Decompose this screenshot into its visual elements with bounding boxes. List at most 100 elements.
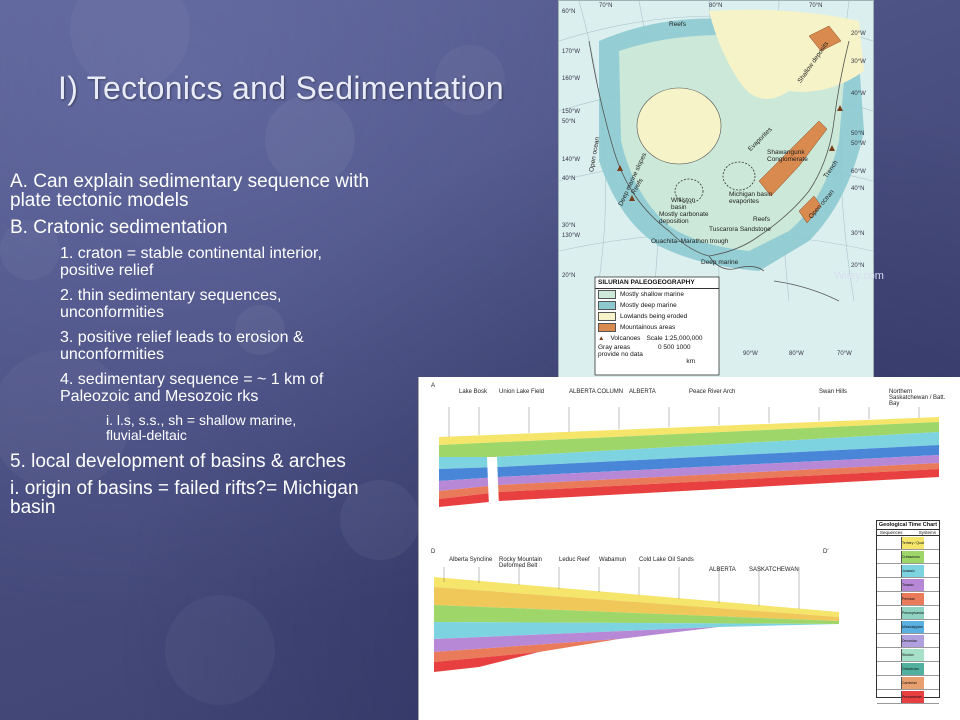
- section-label-d-prime: D': [823, 549, 829, 555]
- legend-scale-ticks: 0 500 1000: [658, 344, 691, 351]
- lat-label: 50°W: [851, 141, 866, 147]
- lat-label: 30°N: [562, 223, 576, 229]
- chart-unit-label: Devonian: [902, 638, 917, 643]
- lat-label: 50°N: [851, 131, 865, 137]
- chart-title: Geological Time Chart: [877, 522, 939, 530]
- map-legend-item: Mountainous areas: [595, 322, 719, 333]
- lat-label: 60°N: [562, 9, 576, 15]
- lat-label: 30°N: [851, 231, 865, 237]
- lat-label: 160°W: [562, 76, 581, 82]
- map-label-ouachita: Ouachita–Marathon trough: [651, 238, 729, 245]
- map-label-shawangunk: Shawangunk Conglomerate: [767, 149, 808, 163]
- chart-unit-label: Jurassic: [902, 568, 915, 573]
- legend-scale-unit: km: [686, 358, 695, 365]
- chart-col2: Systems: [918, 530, 936, 535]
- chart-unit-label: Cretaceous: [902, 554, 920, 559]
- point-5: 5. local development of basins & arches: [10, 451, 346, 472]
- section-d-place: Alberta Syncline: [449, 557, 493, 563]
- legend-volcanoes: Volcanoes: [610, 335, 641, 342]
- lon-label: 80°W: [789, 351, 804, 357]
- section-label-a: A: [431, 383, 436, 389]
- section-a-place: Swan Hills: [819, 389, 848, 395]
- lat-label: 40°N: [851, 186, 865, 192]
- map-legend-item: Lowlands being eroded: [595, 311, 719, 322]
- map-label-reefs-low: Reefs: [753, 216, 770, 223]
- section-a: [431, 402, 941, 512]
- geological-time-chart: Geological Time Chart Sequences Systems …: [876, 520, 940, 704]
- legend-label: Mountainous areas: [620, 324, 676, 331]
- lat-label: 40°W: [851, 91, 866, 97]
- chart-unit-row: Devonian: [877, 634, 939, 648]
- legend-scale: Scale 1:25,000,000: [646, 335, 703, 342]
- chart-unit-row: Cambrian: [877, 676, 939, 690]
- legend-label: Mostly deep marine: [620, 302, 677, 309]
- lon-label: 90°W: [743, 351, 758, 357]
- lat-label: 140°W: [562, 157, 581, 163]
- lat-label: 150°W: [562, 109, 581, 115]
- chart-unit-label: Ordovician: [902, 666, 919, 671]
- map-legend-item: Mostly shallow marine: [595, 289, 719, 300]
- sub-point-4: 4. sedimentary sequence = ~ 1 km of Pale…: [60, 371, 324, 405]
- point-a: A. Can explain sedimentary sequence with…: [10, 171, 370, 211]
- section-d-place: Cold Lake Oil Sands: [639, 557, 694, 563]
- chart-col1: Sequences: [880, 530, 903, 535]
- chart-unit-label: Pennsylvanian: [902, 610, 924, 615]
- chart-unit-row: Ordovician: [877, 662, 939, 676]
- lat-label: 60°W: [851, 169, 866, 175]
- chart-unit-label: Permian: [902, 596, 916, 601]
- map-label-williston: Williston basin: [671, 197, 696, 211]
- map-label-carbonate: Mostly carbonate deposition: [659, 211, 709, 225]
- chart-units: Tertiary / Quaternary Cretaceous Jurassic T…: [877, 536, 939, 704]
- map-label-tuscarora: Tuscarora Sandstone: [709, 226, 771, 233]
- legend-gray-note: Gray areas provide no data: [598, 344, 643, 358]
- legend-swatch: [598, 290, 616, 299]
- lat-label: 20°N: [851, 263, 865, 269]
- section-d-place: Rocky Mountain Deformed Belt: [499, 557, 543, 569]
- map-legend-title: SILURIAN PALEOGEOGRAPHY: [595, 277, 719, 289]
- section-d-place: Wabamun: [599, 557, 627, 563]
- map-label-michigan: Michigan basin evaporites: [729, 191, 773, 205]
- slide-title: I) Tectonics and Sedimentation: [58, 70, 504, 106]
- lat-label: 40°N: [562, 176, 576, 182]
- chart-unit-row: Pennsylvanian: [877, 606, 939, 620]
- chart-unit-label: Mississippian: [902, 624, 923, 629]
- chart-unit-row: Jurassic: [877, 564, 939, 578]
- chart-unit-label: Tertiary / Quaternary: [902, 540, 924, 545]
- lat-label: 20°W: [851, 31, 866, 37]
- section-a-place: Northern Saskatchewan / Batt. Bay: [889, 389, 946, 407]
- point-i: i. origin of basins = failed rifts?= Mic…: [10, 478, 359, 518]
- sub-point-3: 3. positive relief leads to erosion & un…: [60, 329, 304, 363]
- section-a-place: Lake Bosk: [459, 389, 488, 395]
- chart-unit-label: Silurian: [902, 652, 914, 657]
- chart-unit-row: Triassic: [877, 578, 939, 592]
- lat-label: 50°N: [562, 119, 576, 125]
- lon-label: 70°W: [837, 351, 852, 357]
- section-d-place: ALBERTA: [709, 567, 736, 573]
- map-label-deep-marine: Deep marine: [701, 259, 739, 266]
- lon-label: 70°N: [599, 3, 613, 9]
- section-d-place: SASKATCHEWAN: [749, 567, 799, 573]
- map-legend-item: Mostly deep marine: [595, 300, 719, 311]
- section-d: [434, 567, 839, 672]
- image-credit: Wiley.com: [834, 270, 884, 282]
- sub-point-2: 2. thin sedimentary sequences, unconform…: [60, 287, 282, 321]
- lat-label: 130°W: [562, 233, 581, 239]
- legend-swatch: [598, 312, 616, 321]
- map-label-reefs-top: Reefs: [669, 21, 686, 28]
- legend-swatch: [598, 301, 616, 310]
- chart-unit-label: Cambrian: [902, 680, 918, 685]
- lon-label: 70°N: [809, 3, 823, 9]
- chart-unit-row: Permian: [877, 592, 939, 606]
- map-legend: SILURIAN PALEOGEOGRAPHY Mostly shallow m…: [595, 277, 719, 375]
- lat-label: 170°W: [562, 49, 581, 55]
- chart-unit-label: Precambrian: [902, 694, 922, 699]
- legend-label: Lowlands being eroded: [620, 313, 688, 320]
- chart-unit-row: Silurian: [877, 648, 939, 662]
- sub-point-1: 1. craton = stable continental interior,…: [60, 245, 322, 279]
- section-a-place: ALBERTA: [629, 389, 656, 395]
- section-a-place: ALBERTA COLUMN: [569, 389, 624, 395]
- chart-unit-row: Cretaceous: [877, 550, 939, 564]
- silurian-map: Reefs Shallow deposits Evaporites Shawan…: [558, 0, 874, 379]
- chart-unit-row: Precambrian: [877, 690, 939, 704]
- volcano-icon: ▲: [598, 335, 605, 342]
